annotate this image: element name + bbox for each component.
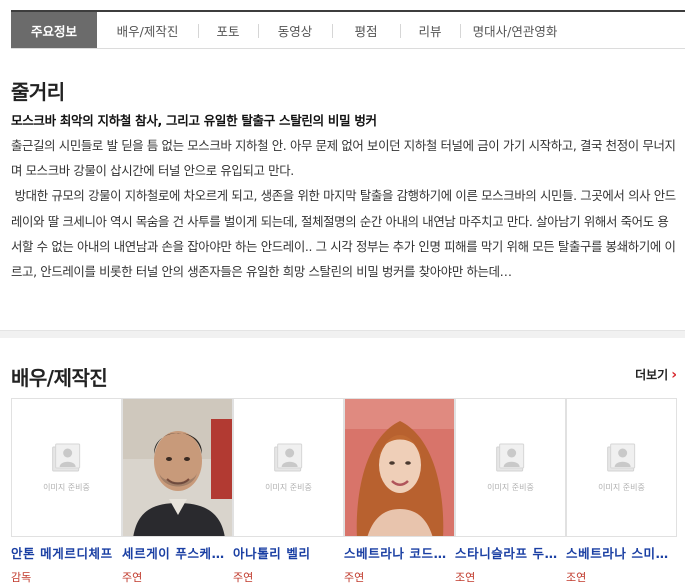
cast-photo[interactable]: 이미지 준비중 xyxy=(11,398,122,537)
synopsis-subtitle: 모스크바 최악의 지하철 참사, 그리고 유일한 탈출구 스탈린의 비밀 벙커 xyxy=(11,113,377,128)
no-image-icon xyxy=(51,443,80,471)
tab-quotes-related[interactable]: 명대사/연관영화 xyxy=(460,12,570,48)
image-placeholder: 이미지 준비중 xyxy=(265,443,312,493)
cast-role: 조연 xyxy=(455,571,476,584)
cast-name[interactable]: 세르게이 푸스케… xyxy=(122,543,233,562)
more-link[interactable]: 더보기 › xyxy=(635,366,677,383)
cast-card[interactable]: 이미지 준비중아나톨리 벨리주연 xyxy=(233,398,344,585)
cast-photo[interactable]: 이미지 준비중 xyxy=(455,398,566,537)
tab-video[interactable]: 동영상 xyxy=(258,12,332,48)
tab-photo[interactable]: 포토 xyxy=(198,12,258,48)
actor-photo xyxy=(345,399,454,536)
cast-name[interactable]: 스타니슬라프 두… xyxy=(455,543,566,562)
cast-role: 조연 xyxy=(566,571,587,584)
synopsis-body: 출근길의 시민들로 발 딛을 틈 없는 모스크바 지하철 안. 아무 문제 없어… xyxy=(11,133,677,284)
cast-card[interactable]: 이미지 준비중스베트라나 스미… 조연 xyxy=(566,398,677,585)
placeholder-text: 이미지 준비중 xyxy=(487,482,534,492)
actor-photo xyxy=(123,399,232,536)
synopsis-paragraph: 방대한 규모의 강물이 지하철로에 차오르게 되고, 생존을 위한 마지막 탈출… xyxy=(11,188,676,280)
more-link-label: 더보기 xyxy=(635,368,669,382)
cast-photo[interactable]: 이미지 준비중 xyxy=(233,398,344,537)
tab-cast-crew[interactable]: 배우/제작진 xyxy=(97,12,198,48)
synopsis-heading: 줄거리 xyxy=(11,80,65,104)
cast-role: 주연 xyxy=(344,571,365,584)
no-image-icon xyxy=(495,443,524,471)
cast-role: 감독 xyxy=(11,571,32,584)
image-placeholder: 이미지 준비중 xyxy=(43,443,90,493)
chevron-right-icon: › xyxy=(671,367,677,383)
cast-role: 주연 xyxy=(122,571,143,584)
cast-card[interactable]: 스베트라나 코드… 주연 xyxy=(344,398,455,585)
cast-name[interactable]: 아나톨리 벨리 xyxy=(233,543,344,562)
cast-name[interactable]: 스베트라나 코드… xyxy=(344,543,455,562)
section-divider xyxy=(0,330,685,338)
tab-review[interactable]: 리뷰 xyxy=(400,12,460,48)
cast-heading: 배우/제작진 xyxy=(11,366,108,390)
tab-main-info[interactable]: 주요정보 xyxy=(11,12,97,48)
cast-name[interactable]: 안톤 메게르디체프 xyxy=(11,543,122,562)
placeholder-text: 이미지 준비중 xyxy=(43,482,90,492)
image-placeholder: 이미지 준비중 xyxy=(598,443,645,493)
cast-photo[interactable] xyxy=(344,398,455,537)
tab-bar: 주요정보 배우/제작진 포토 동영상 평점 리뷰 명대사/연관영화 xyxy=(11,10,685,49)
tab-rating[interactable]: 평점 xyxy=(332,12,400,48)
cast-role: 주연 xyxy=(233,571,254,584)
cast-card[interactable]: 이미지 준비중스타니슬라프 두… 조연 xyxy=(455,398,566,585)
placeholder-text: 이미지 준비중 xyxy=(265,482,312,492)
synopsis-paragraph: 출근길의 시민들로 발 딛을 틈 없는 모스크바 지하철 안. 아무 문제 없어… xyxy=(11,138,676,179)
cast-list: 이미지 준비중 안톤 메게르디체프 감독 세르게이 푸스케… 주연 이미지 준비중 아나… xyxy=(11,398,677,585)
cast-photo[interactable] xyxy=(122,398,233,537)
cast-name[interactable]: 스베트라나 스미… xyxy=(566,543,677,562)
image-placeholder: 이미지 준비중 xyxy=(487,443,534,493)
no-image-icon xyxy=(606,443,635,471)
cast-card[interactable]: 세르게이 푸스케… 주연 xyxy=(122,398,233,585)
cast-card[interactable]: 이미지 준비중안톤 메게르디체프감독 xyxy=(11,398,122,585)
placeholder-text: 이미지 준비중 xyxy=(598,482,645,492)
cast-photo[interactable]: 이미지 준비중 xyxy=(566,398,677,537)
no-image-icon xyxy=(273,443,302,471)
